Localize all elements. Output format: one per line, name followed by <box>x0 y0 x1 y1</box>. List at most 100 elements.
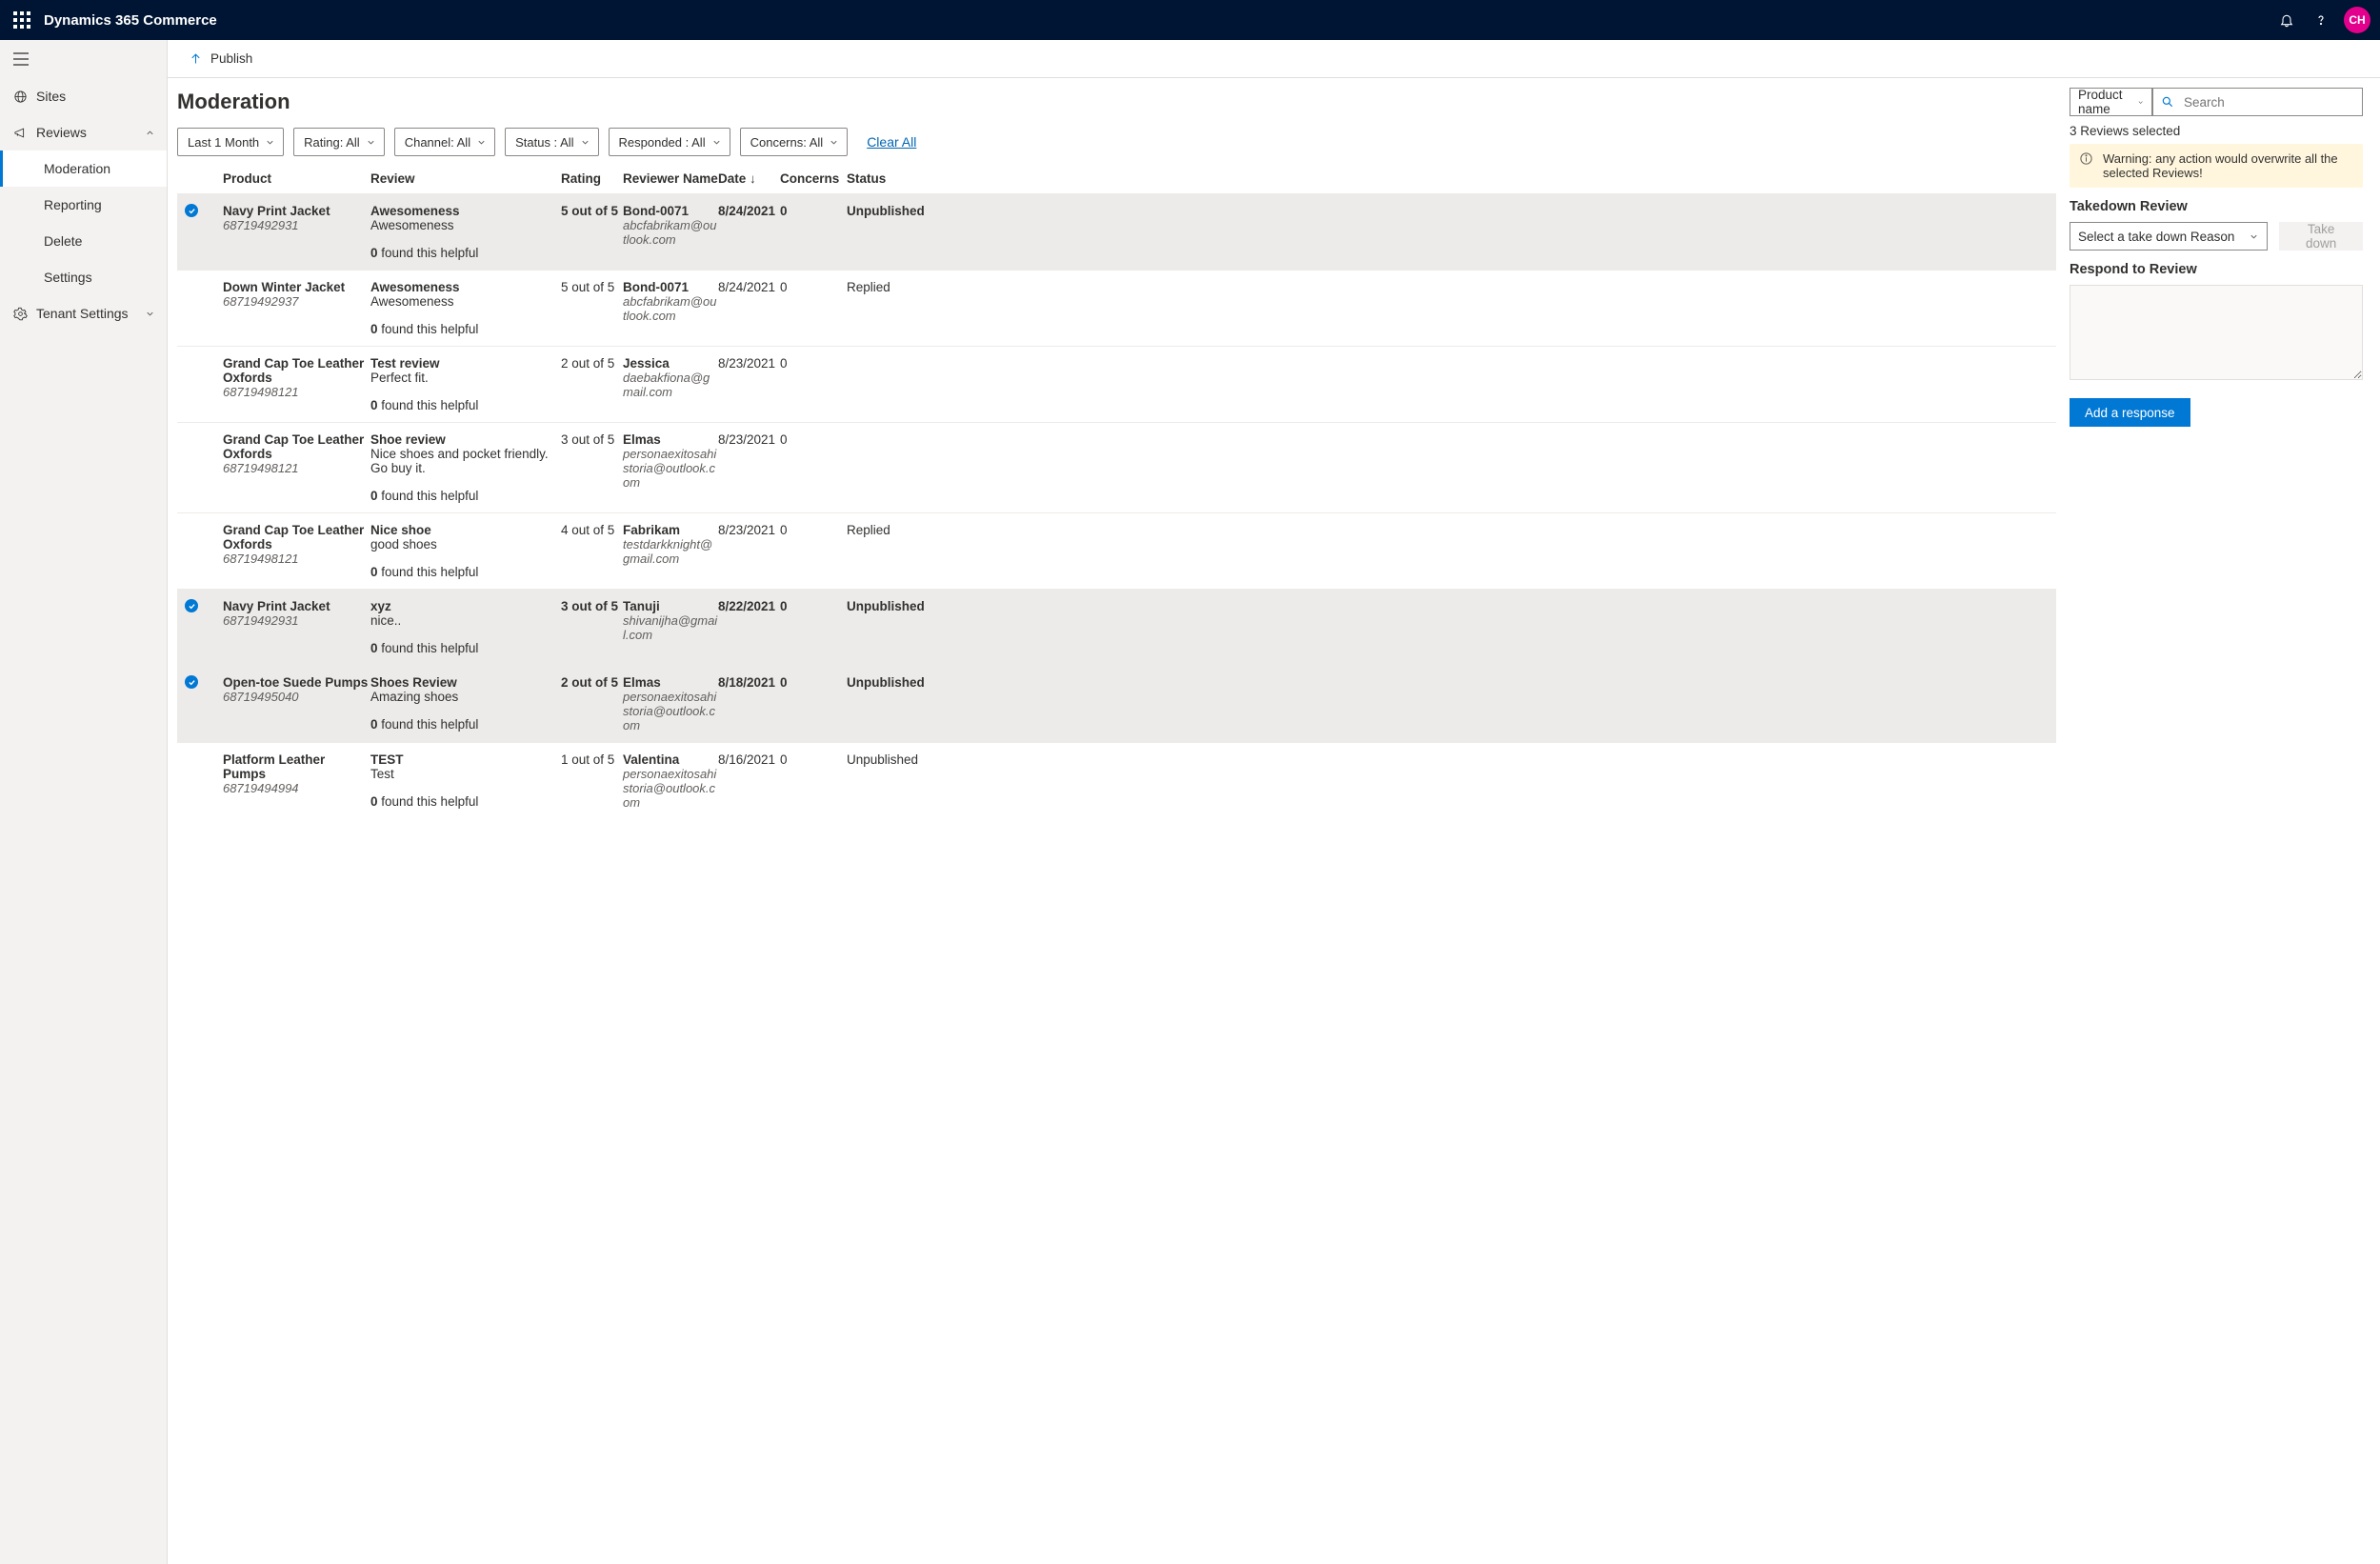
review-concerns: 0 <box>780 752 847 767</box>
nav-reporting[interactable]: Reporting <box>0 187 167 223</box>
review-status: Unpublished <box>847 752 918 767</box>
review-date: 8/23/2021 <box>718 523 780 537</box>
review-title: Awesomeness <box>370 280 561 294</box>
table-row[interactable]: Grand Cap Toe Leather Oxfords 6871949812… <box>177 422 2056 512</box>
review-helpful: 0 found this helpful <box>370 398 561 412</box>
nav-reviews-label: Reviews <box>36 125 87 140</box>
info-icon <box>2079 151 2093 180</box>
hamburger-icon[interactable] <box>0 40 167 78</box>
product-name: Platform Leather Pumps <box>223 752 370 781</box>
row-selected-icon[interactable] <box>185 204 198 217</box>
reviewer-email: abcfabrikam@outlook.com <box>623 218 718 247</box>
col-date[interactable]: Date ↓ <box>718 171 780 186</box>
product-sku: 68719492937 <box>223 294 370 309</box>
takedown-reason-dropdown[interactable]: Select a take down Reason <box>2070 222 2268 251</box>
filter-rating[interactable]: Rating: All <box>293 128 385 156</box>
table-row[interactable]: Platform Leather Pumps 68719494994 TEST … <box>177 742 2056 819</box>
review-body: Nice shoes and pocket friendly. Go buy i… <box>370 447 561 475</box>
review-concerns: 0 <box>780 599 847 613</box>
nav-settings[interactable]: Settings <box>0 259 167 295</box>
review-date: 8/24/2021 <box>718 204 780 218</box>
table-row[interactable]: Grand Cap Toe Leather Oxfords 6871949812… <box>177 512 2056 589</box>
col-review[interactable]: Review <box>370 171 561 186</box>
product-sku: 68719498121 <box>223 461 370 475</box>
reviewer-email: personaexitosahistoria@outlook.com <box>623 447 718 490</box>
publish-label: Publish <box>210 51 252 66</box>
nav-sites-label: Sites <box>36 89 66 104</box>
clear-all-link[interactable]: Clear All <box>867 134 916 150</box>
review-status: Unpublished <box>847 204 918 218</box>
filter-channel-label: Channel: All <box>405 135 470 150</box>
review-concerns: 0 <box>780 356 847 371</box>
filter-concerns[interactable]: Concerns: All <box>740 128 849 156</box>
gear-icon <box>13 307 36 321</box>
review-rating: 2 out of 5 <box>561 675 623 690</box>
table-header: Product Review Rating Reviewer Name Date… <box>177 166 2056 193</box>
review-concerns: 0 <box>780 432 847 447</box>
col-rating[interactable]: Rating <box>561 171 623 186</box>
filter-channel[interactable]: Channel: All <box>394 128 495 156</box>
review-title: xyz <box>370 599 561 613</box>
notifications-icon[interactable] <box>2270 3 2304 37</box>
avatar[interactable]: CH <box>2344 7 2370 33</box>
review-status: Replied <box>847 280 918 294</box>
review-date: 8/23/2021 <box>718 432 780 447</box>
filter-status[interactable]: Status : All <box>505 128 598 156</box>
add-response-button[interactable]: Add a response <box>2070 398 2190 427</box>
takedown-button[interactable]: Take down <box>2279 222 2363 251</box>
app-launcher-icon[interactable] <box>13 11 30 29</box>
table-row[interactable]: Down Winter Jacket 68719492937 Awesomene… <box>177 270 2056 346</box>
reviewer-name: Bond-0071 <box>623 204 718 218</box>
warning-text: Warning: any action would overwrite all … <box>2103 151 2353 180</box>
review-concerns: 0 <box>780 523 847 537</box>
table-row[interactable]: Grand Cap Toe Leather Oxfords 6871949812… <box>177 346 2056 422</box>
col-reviewer[interactable]: Reviewer Name <box>623 171 718 186</box>
row-selected-icon[interactable] <box>185 675 198 689</box>
filter-period[interactable]: Last 1 Month <box>177 128 284 156</box>
help-icon[interactable] <box>2304 3 2338 37</box>
row-selected-icon[interactable] <box>185 599 198 612</box>
table-row[interactable]: Open-toe Suede Pumps 68719495040 Shoes R… <box>177 665 2056 742</box>
warning-banner: Warning: any action would overwrite all … <box>2070 144 2363 188</box>
review-rating: 3 out of 5 <box>561 432 623 447</box>
nav-sites[interactable]: Sites <box>0 78 167 114</box>
review-rating: 2 out of 5 <box>561 356 623 371</box>
upload-arrow-icon <box>189 51 203 66</box>
product-name: Grand Cap Toe Leather Oxfords <box>223 356 370 385</box>
nav-reviews[interactable]: Reviews <box>0 114 167 150</box>
nav-reporting-label: Reporting <box>44 197 102 212</box>
review-body: good shoes <box>370 537 561 551</box>
filter-concerns-label: Concerns: All <box>750 135 824 150</box>
nav-tenant-settings[interactable]: Tenant Settings <box>0 295 167 331</box>
takedown-heading: Takedown Review <box>2070 199 2363 214</box>
col-status[interactable]: Status <box>847 171 918 186</box>
page-title: Moderation <box>177 82 2056 128</box>
reviewer-name: Tanuji <box>623 599 718 613</box>
reviewer-email: personaexitosahistoria@outlook.com <box>623 767 718 810</box>
review-helpful: 0 found this helpful <box>370 489 561 503</box>
review-helpful: 0 found this helpful <box>370 641 561 655</box>
nav-delete[interactable]: Delete <box>0 223 167 259</box>
product-name: Down Winter Jacket <box>223 280 370 294</box>
left-nav: Sites Reviews Moderation Reporting Delet… <box>0 40 168 1564</box>
response-textarea[interactable] <box>2070 285 2363 380</box>
nav-moderation[interactable]: Moderation <box>0 150 167 187</box>
search-input[interactable] <box>2182 94 2354 110</box>
review-body: Awesomeness <box>370 218 561 232</box>
search-scope-dropdown[interactable]: Product name <box>2070 88 2152 116</box>
review-date: 8/22/2021 <box>718 599 780 613</box>
review-date: 8/23/2021 <box>718 356 780 371</box>
col-concerns[interactable]: Concerns <box>780 171 847 186</box>
table-row[interactable]: Navy Print Jacket 68719492931 Awesomenes… <box>177 193 2056 270</box>
search-box[interactable] <box>2152 88 2363 116</box>
table-row[interactable]: Navy Print Jacket 68719492931 xyz nice..… <box>177 589 2056 665</box>
review-body: Test <box>370 767 561 781</box>
review-rating: 5 out of 5 <box>561 204 623 218</box>
filter-responded[interactable]: Responded : All <box>609 128 730 156</box>
filter-responded-label: Responded : All <box>619 135 706 150</box>
review-status: Unpublished <box>847 599 918 613</box>
nav-tenant-label: Tenant Settings <box>36 306 129 321</box>
col-product[interactable]: Product <box>223 171 370 186</box>
publish-button[interactable]: Publish <box>189 51 252 66</box>
review-concerns: 0 <box>780 675 847 690</box>
